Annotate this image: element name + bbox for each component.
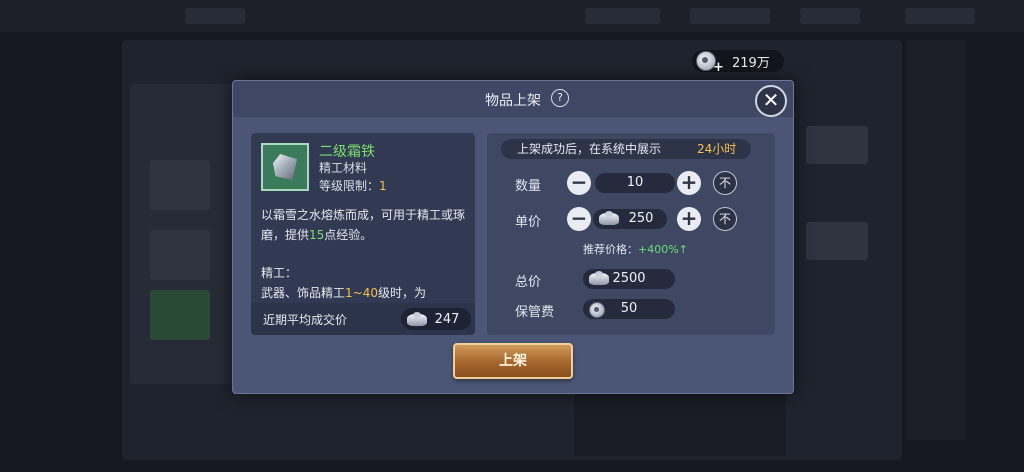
fee-value: 50 — [620, 301, 638, 316]
quantity-label: 数量 — [515, 179, 542, 194]
question-icon[interactable]: ? — [551, 89, 569, 107]
background-button — [806, 126, 868, 164]
rec-value: +400% — [638, 243, 679, 256]
item-name: 二级霜铁 — [319, 144, 375, 160]
fee-field: 50 — [583, 299, 675, 319]
item-level-value: 1 — [379, 179, 387, 193]
silver-ingot-icon — [407, 312, 427, 326]
silver-ingot-icon — [589, 271, 609, 285]
background-card — [150, 290, 210, 340]
dialog-title: 物品上架 — [485, 93, 541, 109]
currency-badge[interactable]: + 219万 — [692, 50, 784, 75]
item-description: 以霜雪之水熔炼而成，可用于精工或琢磨，提供15点经验。 — [261, 205, 469, 245]
total-label: 总价 — [515, 275, 542, 290]
refine-text-a: 武器、饰品精工 — [261, 286, 346, 300]
top-bar-block — [185, 8, 245, 24]
price-minus-button[interactable]: − — [567, 207, 591, 231]
arrow-up-icon: ↑ — [678, 243, 688, 256]
desc-exp-value: 15 — [309, 228, 325, 242]
quantity-max-button[interactable]: 不 — [713, 171, 737, 195]
display-duration-banner: 上架成功后，在系统中展示 24小时 — [501, 139, 751, 159]
banner-text: 上架成功后，在系统中展示 — [517, 142, 662, 156]
top-bar-block — [585, 8, 660, 24]
avg-price-label: 近期平均成交价 — [263, 313, 348, 327]
fee-label: 保管费 — [515, 305, 555, 320]
quantity-plus-button[interactable]: + — [677, 171, 701, 195]
background-sidebar — [906, 40, 966, 440]
top-bar-background — [0, 0, 1024, 32]
item-type: 精工材料 — [319, 161, 368, 175]
item-icon-frame[interactable] — [261, 143, 309, 191]
total-value: 2500 — [612, 271, 646, 286]
list-item-button[interactable]: 上架 — [453, 343, 573, 379]
frost-iron-icon — [273, 154, 297, 180]
currency-amount: 219万 — [732, 55, 770, 71]
avg-price-row: 近期平均成交价 247 — [251, 303, 475, 335]
price-value: 250 — [628, 211, 654, 226]
quantity-minus-button[interactable]: − — [567, 171, 591, 195]
price-max-button[interactable]: 不 — [713, 207, 737, 231]
background-grid — [574, 392, 786, 456]
avg-price-value: 247 — [434, 312, 460, 327]
listing-panel: 上架成功后，在系统中展示 24小时 数量 − 10 + 不 单价 − 250 +… — [487, 133, 775, 335]
dialog-header: 物品上架 ? ✕ — [233, 81, 793, 117]
rec-label: 推荐价格： — [583, 243, 638, 256]
refine-text-b: 级时，为 — [377, 286, 426, 300]
quantity-input[interactable]: 10 — [595, 173, 675, 193]
refine-range: 1~40 — [345, 286, 378, 300]
recommended-price: 推荐价格：+400%↑ — [583, 241, 688, 257]
close-icon[interactable]: ✕ — [755, 85, 787, 117]
top-bar-block — [800, 8, 860, 24]
item-level: 等级限制：1 — [319, 177, 387, 194]
silver-ingot-icon — [599, 211, 619, 225]
price-label: 单价 — [515, 215, 542, 230]
price-plus-button[interactable]: + — [677, 207, 701, 231]
background-button — [806, 222, 868, 260]
desc-text-b: 点经验。 — [324, 228, 373, 242]
total-field: 2500 — [583, 269, 675, 289]
item-refine-description: 精工： 武器、饰品精工1~40级时，为 — [261, 263, 469, 303]
banner-duration: 24小时 — [697, 142, 737, 156]
silver-coin-plus-icon: + — [696, 51, 724, 75]
background-card — [150, 160, 210, 210]
silver-coin-icon — [589, 302, 605, 318]
listing-dialog: 物品上架 ? ✕ 二级霜铁 精工材料 等级限制：1 以霜雪之水熔炼而成，可用于精… — [232, 80, 794, 394]
top-bar-block — [905, 8, 975, 24]
item-level-label: 等级限制： — [319, 179, 380, 193]
refine-title: 精工： — [261, 266, 298, 280]
top-bar-block — [690, 8, 770, 24]
price-input[interactable]: 250 — [593, 209, 667, 229]
item-info-panel: 二级霜铁 精工材料 等级限制：1 以霜雪之水熔炼而成，可用于精工或琢磨，提供15… — [251, 133, 475, 335]
background-card — [150, 230, 210, 280]
avg-price-pill: 247 — [401, 308, 471, 330]
